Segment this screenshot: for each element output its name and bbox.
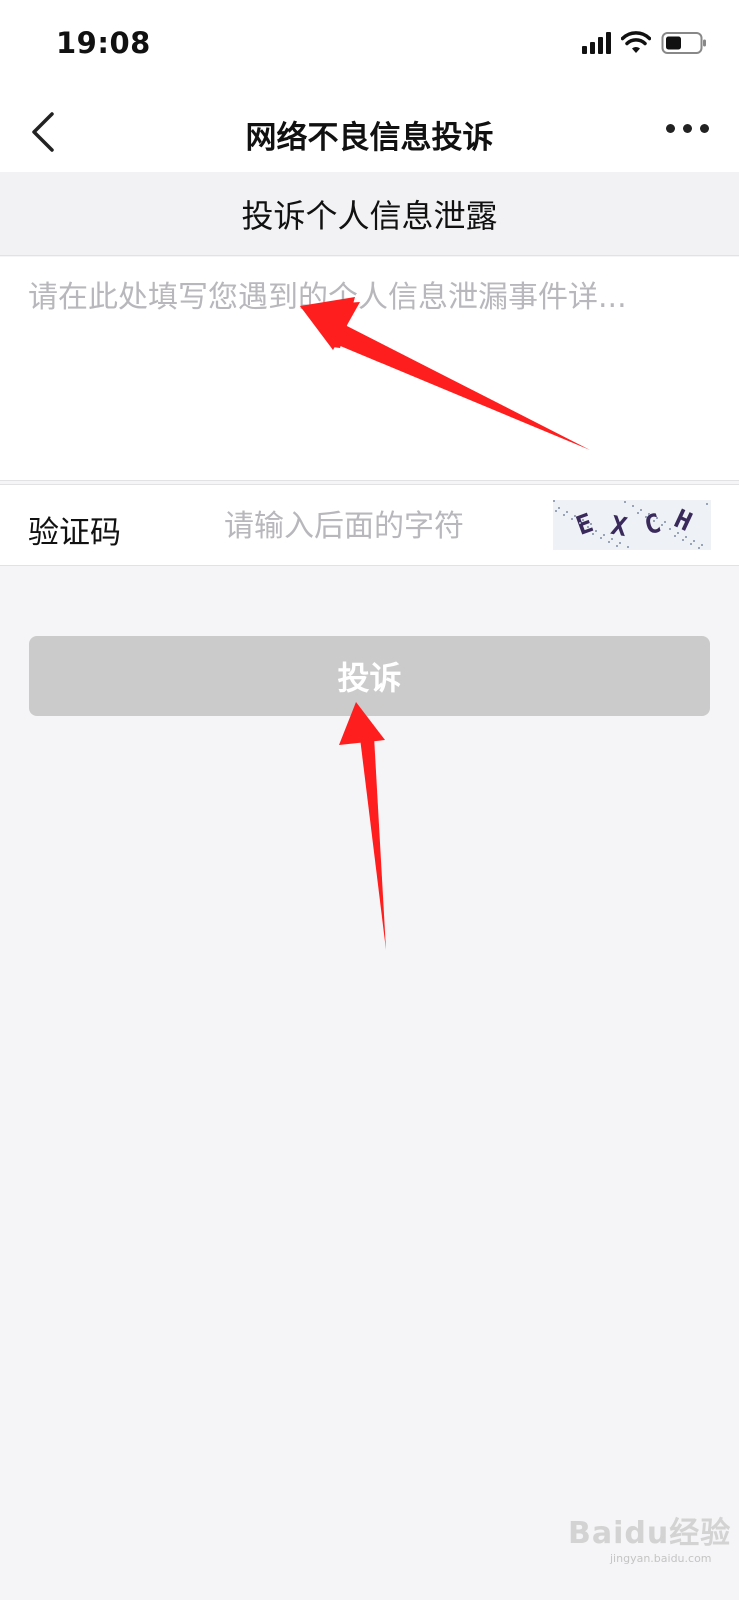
- captcha-noise: [645, 516, 647, 518]
- captcha-noise: [619, 542, 621, 544]
- more-icon[interactable]: [666, 124, 709, 133]
- captcha-noise: [553, 500, 555, 502]
- status-icons: [582, 31, 707, 55]
- captcha-noise: [587, 526, 589, 528]
- captcha-noise: [690, 543, 692, 545]
- captcha-noise: [608, 541, 610, 543]
- captcha-noise: [640, 509, 642, 511]
- status-bar: 19:08: [0, 0, 739, 92]
- captcha-noise: [674, 535, 676, 537]
- captcha-label: 验证码: [28, 515, 121, 551]
- captcha-noise: [701, 544, 703, 546]
- captcha-noise: [664, 521, 666, 523]
- captcha-noise: [595, 530, 597, 532]
- captcha-noise: [574, 515, 576, 517]
- captcha-noise: [555, 510, 557, 512]
- captcha-noise: [582, 519, 584, 521]
- status-time: 19:08: [56, 26, 151, 60]
- captcha-char: H: [669, 504, 697, 538]
- watermark-url: jingyan.baidu.com: [610, 1552, 712, 1565]
- captcha-noise: [685, 536, 687, 538]
- captcha-noise: [579, 522, 581, 524]
- captcha-image[interactable]: EXCH: [553, 500, 711, 550]
- detail-textarea[interactable]: [28, 277, 711, 467]
- captcha-noise: [653, 520, 655, 522]
- captcha-noise: [656, 517, 658, 519]
- detail-box: [0, 257, 739, 481]
- section-title: 投诉个人信息泄露: [0, 172, 739, 256]
- captcha-noise: [592, 533, 594, 535]
- captcha-noise: [669, 528, 671, 530]
- captcha-row: 验证码 EXCH: [0, 484, 739, 566]
- captcha-noise: [624, 501, 626, 503]
- captcha-noise: [632, 505, 634, 507]
- captcha-noise: [600, 537, 602, 539]
- captcha-noise: [566, 511, 568, 513]
- captcha-noise: [611, 538, 613, 540]
- page-title: 网络不良信息投诉: [245, 120, 494, 156]
- captcha-noise: [590, 523, 592, 525]
- captcha-noise: [661, 524, 663, 526]
- captcha-noise: [637, 512, 639, 514]
- wifi-icon: [621, 31, 651, 55]
- captcha-noise: [571, 518, 573, 520]
- captcha-noise: [648, 513, 650, 515]
- captcha-noise: [693, 540, 695, 542]
- submit-button[interactable]: 投诉: [29, 636, 710, 716]
- captcha-input[interactable]: [224, 503, 524, 549]
- arrow-to-submit: [339, 702, 386, 950]
- signal-icon: [582, 32, 611, 54]
- captcha-char: E: [572, 508, 598, 542]
- captcha-noise: [627, 546, 629, 548]
- captcha-noise: [706, 503, 708, 505]
- captcha-noise: [698, 547, 700, 549]
- captcha-noise: [603, 534, 605, 536]
- captcha-noise: [677, 532, 679, 534]
- nav-bar: 网络不良信息投诉: [0, 92, 739, 172]
- captcha-noise: [563, 514, 565, 516]
- captcha-noise: [616, 545, 618, 547]
- battery-icon: [661, 31, 707, 55]
- captcha-noise: [682, 539, 684, 541]
- watermark-brand: Baidu经验: [568, 1516, 732, 1551]
- captcha-noise: [558, 507, 560, 509]
